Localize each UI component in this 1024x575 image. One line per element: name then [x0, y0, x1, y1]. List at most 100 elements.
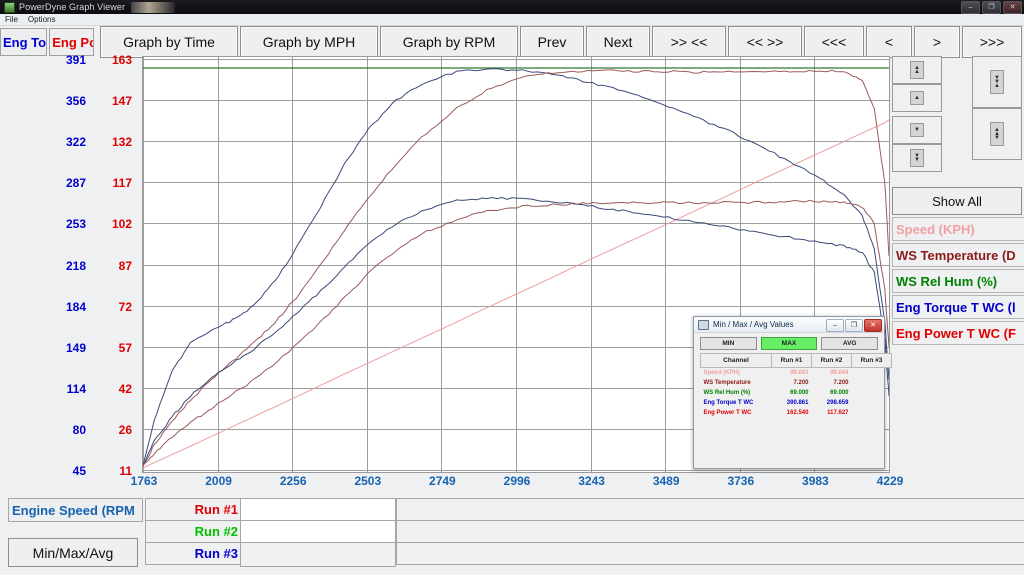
toolbar-button-[interactable]: > [914, 26, 960, 58]
scroll-down-button[interactable]: ▼ [892, 116, 942, 144]
mode-button-avg[interactable]: AVG [821, 337, 879, 350]
cell-run2: 298.659 [826, 400, 849, 406]
cell-run3 [852, 378, 892, 388]
run-label-1: Run #1 [145, 498, 243, 521]
x-axis-tick-label: 2256 [279, 474, 307, 488]
torque-tick-label: 253 [65, 217, 86, 232]
axis-tick-row: 184 72 [0, 300, 140, 314]
torque-tick-label: 45 [72, 464, 86, 478]
menu-bar: File Options [0, 14, 1024, 26]
cell-channel: Eng Torque T WC [703, 400, 754, 406]
scroll-bottom-button[interactable]: ▼ ▼ [892, 144, 942, 172]
toolbar-button-[interactable]: < [866, 26, 912, 58]
run-file-input-3[interactable] [240, 542, 396, 567]
axis-tick-row: 253 102 [0, 217, 140, 231]
table-row: Speed (KPH) 98.063 98.044 [701, 368, 892, 379]
cell-channel: WS Rel Hum (%) [703, 390, 751, 396]
menu-item-options[interactable]: Options [28, 15, 56, 24]
values-table-header: Channel Run #1 Run #2 Run #3 [700, 353, 892, 368]
minimize-icon[interactable]: – [961, 1, 980, 14]
toolbar-button-next[interactable]: Next [586, 26, 650, 58]
dialog-minimize-icon[interactable]: – [826, 319, 844, 332]
x-axis-tick-label: 4229 [876, 474, 904, 488]
cell-run1: 98.063 [790, 370, 809, 376]
dialog-maximize-icon[interactable]: ❐ [845, 319, 863, 332]
x-axis-tick-label: 2503 [354, 474, 382, 488]
axis-tick-row: 80 26 [0, 423, 140, 437]
expand-vertical-button[interactable]: ▼ ▼ ▲ [972, 56, 1022, 108]
chevron-down-icon: ▼ [910, 123, 924, 137]
dialog-close-icon[interactable]: ✕ [864, 319, 882, 332]
axis-tick-row: 218 87 [0, 259, 140, 273]
toolbar-button-[interactable]: <<< [804, 26, 864, 58]
power-tick-label: 26 [118, 422, 132, 437]
power-tick-label: 102 [111, 217, 132, 232]
power-tick-label: 42 [118, 381, 132, 396]
torque-tick-label: 218 [65, 258, 86, 273]
table-row: Eng Power T WC 162.540 117.627 [701, 408, 892, 418]
run-info-field-2[interactable] [396, 520, 1024, 543]
collapse-vertical-button[interactable]: ▲ ▲ ▼ [972, 108, 1022, 160]
close-icon[interactable]: ✕ [1003, 1, 1022, 14]
titlebar-overlay-artifact [131, 1, 176, 13]
double-chevron-down-icon: ▼ ▼ [910, 149, 924, 167]
cell-run2: 117.627 [827, 410, 849, 416]
run-label-2: Run #2 [145, 520, 243, 543]
legend-item-eng-torque-t-wc-l[interactable]: Eng Torque T WC (l [892, 295, 1024, 319]
eng-power-header[interactable]: Eng Power [49, 28, 94, 56]
toolbar-button-[interactable]: >>> [962, 26, 1022, 58]
torque-tick-label: 184 [65, 299, 86, 314]
toolbar-button-group: Graph by Time Graph by MPH Graph by RPM Pre… [100, 26, 1024, 58]
toolbar-button-[interactable]: << >> [728, 26, 802, 58]
min-max-avg-button[interactable]: Min/Max/Avg [8, 538, 138, 567]
power-tick-label: 147 [111, 94, 132, 109]
x-axis-tick-label: 3489 [652, 474, 680, 488]
cell-run3 [852, 388, 892, 398]
engine-speed-label[interactable]: Engine Speed (RPM [8, 498, 143, 522]
window-titlebar: PowerDyne Graph Viewer – ❐ ✕ [0, 0, 1024, 14]
x-axis-tick-label: 2749 [429, 474, 456, 488]
legend-item-ws-rel-hum[interactable]: WS Rel Hum (%) [892, 269, 1024, 293]
mode-button-row: MIN MAX AVG [700, 337, 879, 350]
cell-channel: Eng Power T WC [703, 410, 752, 416]
dialog-body: MIN MAX AVG Channel Run #1 Run #2 Run #3 Spee… [694, 333, 892, 418]
run-label-3: Run #3 [145, 542, 243, 565]
run-info-field-1[interactable] [396, 498, 1024, 521]
eng-torque-header[interactable]: Eng Torque [0, 28, 48, 56]
axis-tick-row: 45 11 [0, 464, 140, 478]
toolbar-button-[interactable]: >> << [652, 26, 726, 58]
cell-run2: 69.000 [830, 390, 849, 396]
toolbar-button-graph-by-rpm[interactable]: Graph by RPM [380, 26, 518, 58]
run-info-field-3[interactable] [396, 542, 1024, 565]
right-rail: ▲ ▲ ▲ ▼ ▼ ▼ ▼ ▼ ▲ ▲ ▲ ▼ Show All Speed (KPH) WS… [892, 56, 1024, 476]
dialog-title: Min / Max / Avg Values [713, 320, 794, 329]
toolbar-button-prev[interactable]: Prev [520, 26, 584, 58]
cell-run2: 98.044 [830, 370, 849, 376]
dialog-window-controls: – ❐ ✕ [826, 319, 882, 332]
dialog-titlebar[interactable]: Min / Max / Avg Values – ❐ ✕ [694, 317, 884, 333]
cell-run3 [852, 408, 892, 418]
cell-run2: 7.200 [833, 380, 849, 386]
window-controls: – ❐ ✕ [961, 1, 1022, 14]
show-all-button[interactable]: Show All [892, 187, 1022, 215]
axis-tick-row: 114 42 [0, 382, 140, 396]
power-tick-label: 57 [118, 340, 132, 355]
toolbar-button-graph-by-mph[interactable]: Graph by MPH [240, 26, 378, 58]
mode-button-min[interactable]: MIN [700, 337, 757, 350]
power-tick-label: 132 [111, 135, 132, 150]
legend-item-ws-temperature-d[interactable]: WS Temperature (D [892, 243, 1024, 267]
axis-tick-row: 149 57 [0, 341, 140, 355]
power-tick-label: 87 [118, 258, 132, 273]
menu-item-file[interactable]: File [5, 15, 18, 24]
mode-button-max[interactable]: MAX [760, 337, 818, 350]
scroll-up-button[interactable]: ▲ [892, 84, 942, 112]
scroll-top-button[interactable]: ▲ ▲ [892, 56, 942, 84]
x-axis-labels: 1763 2009 2256 2503 2749 2996 3243 3489 3736 3983… [131, 474, 904, 494]
legend-item-speed-kph[interactable]: Speed (KPH) [892, 217, 1024, 241]
column-header-run-1: Run #1 [771, 353, 812, 368]
legend-item-eng-power-t-wc-f[interactable]: Eng Power T WC (F [892, 321, 1024, 345]
torque-tick-label: 149 [65, 340, 86, 355]
maximize-icon[interactable]: ❐ [982, 1, 1001, 14]
power-tick-label: 117 [112, 176, 132, 191]
x-axis-tick-label: 1763 [130, 474, 158, 488]
